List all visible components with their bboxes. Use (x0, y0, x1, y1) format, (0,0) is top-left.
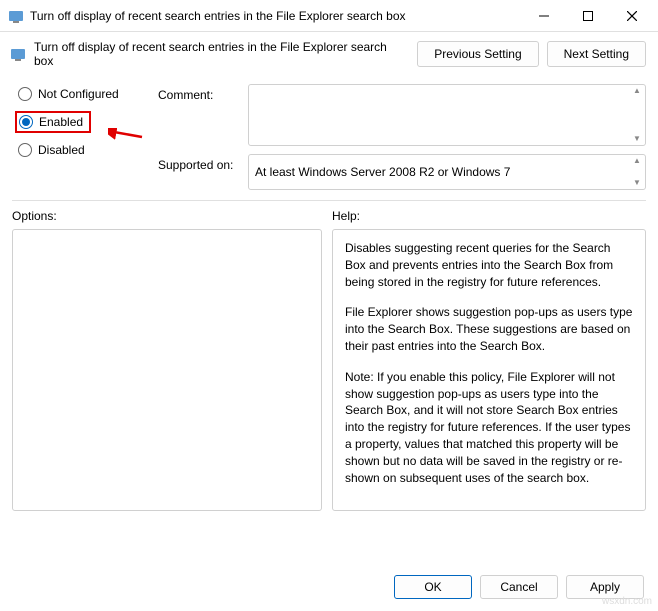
close-button[interactable] (610, 1, 654, 31)
annotation-arrow-icon (108, 128, 144, 151)
help-column: Help: Disables suggesting recent queries… (332, 209, 646, 511)
lower-area: Options: Help: Disables suggesting recen… (0, 201, 658, 511)
options-label: Options: (12, 209, 322, 223)
radio-enabled[interactable]: Enabled (15, 111, 91, 133)
cancel-button[interactable]: Cancel (480, 575, 558, 599)
policy-title: Turn off display of recent search entrie… (34, 40, 409, 68)
help-panel[interactable]: Disables suggesting recent queries for t… (332, 229, 646, 511)
supported-value: At least Windows Server 2008 R2 or Windo… (255, 165, 510, 179)
comment-label: Comment: (158, 84, 238, 102)
ok-button[interactable]: OK (394, 575, 472, 599)
window-controls (522, 1, 654, 31)
help-text: Disables suggesting recent queries for t… (345, 240, 633, 290)
minimize-button[interactable] (522, 1, 566, 31)
window-title: Turn off display of recent search entrie… (30, 9, 522, 23)
scroll-up-icon: ▲ (631, 87, 643, 95)
radio-icon (19, 115, 33, 129)
watermark: wsxdn.com (602, 596, 652, 607)
supported-row: Supported on: At least Windows Server 20… (158, 154, 646, 190)
info-column: Comment: ▲ ▼ Supported on: At least Wind… (158, 84, 646, 190)
radio-label: Not Configured (38, 87, 119, 101)
help-label: Help: (332, 209, 646, 223)
supported-textbox: At least Windows Server 2008 R2 or Windo… (248, 154, 646, 190)
help-text: Note: If you enable this policy, File Ex… (345, 369, 633, 487)
scroll-down-icon: ▼ (631, 135, 643, 143)
options-column: Options: (12, 209, 322, 511)
next-setting-button[interactable]: Next Setting (547, 41, 646, 67)
radio-icon (18, 143, 32, 157)
header: Turn off display of recent search entrie… (0, 32, 658, 78)
config-area: Not Configured Enabled Disabled Comment:… (0, 78, 658, 190)
supported-label: Supported on: (158, 154, 238, 172)
policy-icon (8, 8, 24, 24)
previous-setting-button[interactable]: Previous Setting (417, 41, 538, 67)
radio-not-configured[interactable]: Not Configured (18, 87, 146, 101)
radio-label: Disabled (38, 143, 85, 157)
scroll-down-icon: ▼ (631, 179, 643, 187)
maximize-button[interactable] (566, 1, 610, 31)
policy-icon (10, 46, 26, 62)
comment-row: Comment: ▲ ▼ (158, 84, 646, 146)
scroll-up-icon: ▲ (631, 157, 643, 165)
titlebar: Turn off display of recent search entrie… (0, 0, 658, 32)
options-panel (12, 229, 322, 511)
comment-textbox[interactable]: ▲ ▼ (248, 84, 646, 146)
state-radios: Not Configured Enabled Disabled (18, 84, 146, 190)
help-text: File Explorer shows suggestion pop-ups a… (345, 304, 633, 354)
radio-label: Enabled (39, 115, 83, 129)
radio-icon (18, 87, 32, 101)
